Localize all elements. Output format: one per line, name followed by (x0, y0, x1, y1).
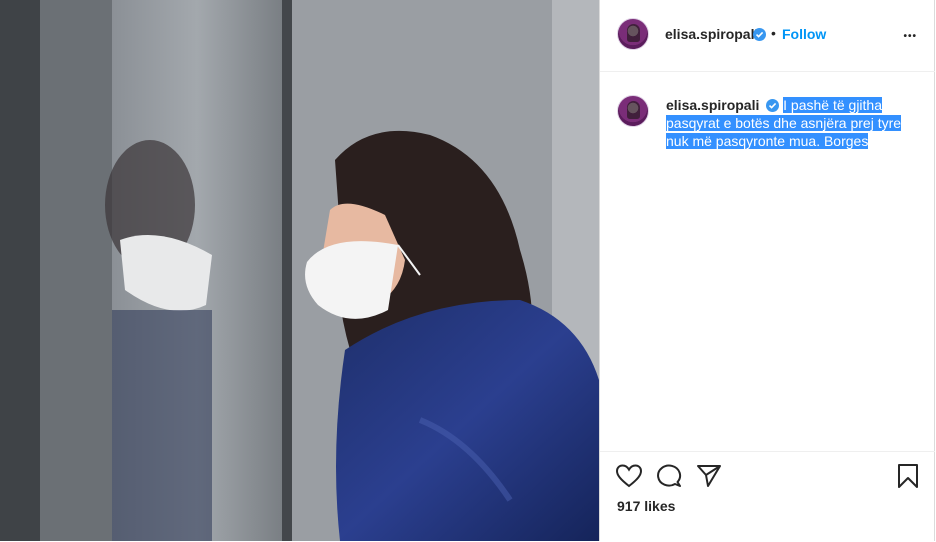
post-image (0, 0, 599, 541)
follow-button[interactable]: Follow (782, 26, 826, 42)
post-container: elisa.spiropali • Follow ••• elisa.spiro… (0, 0, 936, 541)
share-icon[interactable] (696, 464, 722, 493)
post-actions: 917 likes (600, 451, 935, 542)
post-details-panel: elisa.spiropali • Follow ••• elisa.spiro… (599, 0, 935, 541)
post-header: elisa.spiropali • Follow ••• (600, 0, 935, 72)
header-separator: • (771, 25, 776, 41)
heart-icon[interactable] (615, 464, 643, 493)
caption-verified-badge-icon (766, 99, 780, 112)
caption-username[interactable]: elisa.spiropali (666, 97, 759, 113)
verified-badge-icon (753, 28, 766, 41)
caption: elisa.spiropali I pashë të gjitha pasqyr… (666, 96, 906, 150)
post-photo[interactable] (0, 0, 599, 541)
bookmark-icon[interactable] (897, 463, 919, 494)
caption-line-1: I pashë të gjitha (783, 97, 883, 113)
caption-line-3: nuk më pasqyronte mua. Borges (666, 133, 869, 149)
more-options-icon[interactable]: ••• (903, 31, 917, 42)
caption-line-2: pasqyrat e botës dhe asnjëra prej tyre (666, 115, 902, 131)
avatar[interactable] (617, 18, 649, 50)
caption-avatar[interactable] (617, 95, 649, 127)
likes-count[interactable]: 917 likes (617, 498, 675, 514)
comment-icon[interactable] (656, 464, 682, 493)
header-username[interactable]: elisa.spiropali (665, 26, 758, 42)
